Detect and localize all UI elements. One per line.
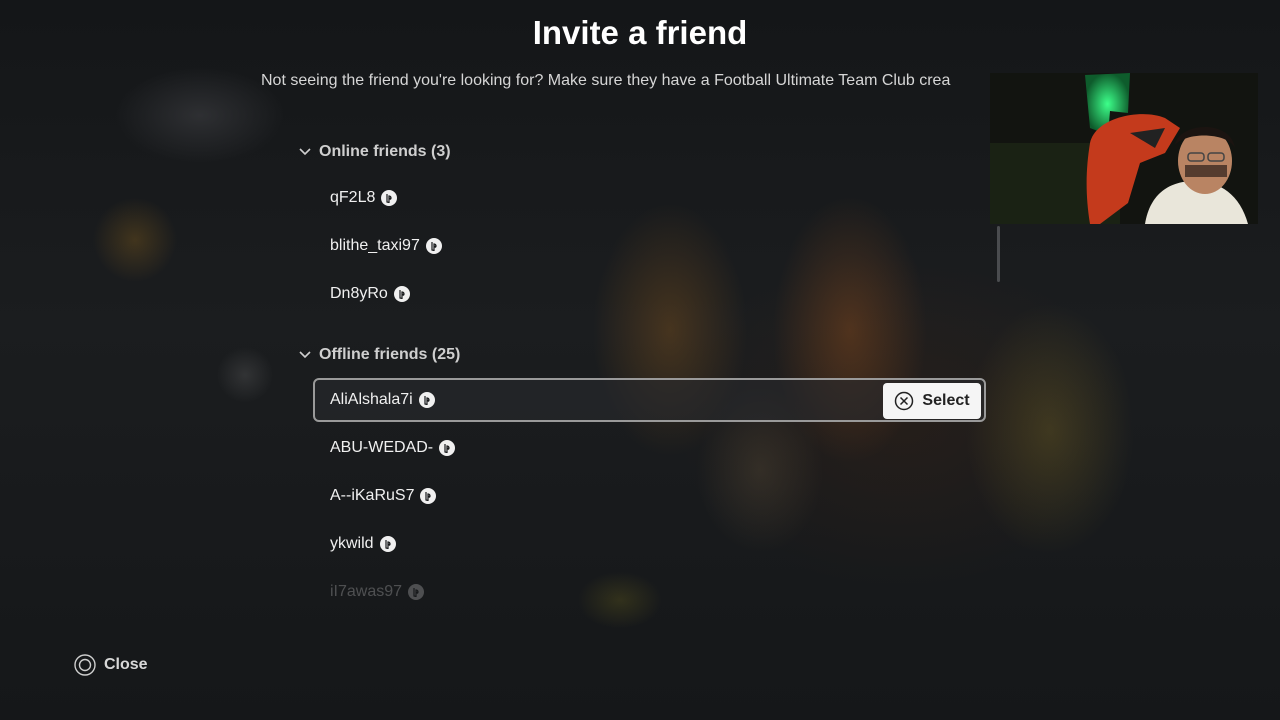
close-label: Close bbox=[104, 656, 148, 673]
playstation-icon bbox=[418, 392, 435, 408]
page-title: Invite a friend bbox=[532, 14, 748, 51]
friend-row-offline-4[interactable]: ykwild bbox=[313, 522, 986, 566]
select-label: Select bbox=[922, 392, 970, 409]
friend-name: iI7awas97 bbox=[330, 583, 403, 600]
chevron-down-icon bbox=[299, 351, 311, 359]
friend-name: AliAlshala7i bbox=[330, 391, 413, 408]
friend-row-offline-2[interactable]: ABU-WEDAD- bbox=[313, 426, 986, 470]
friend-row-online-3[interactable]: Dn8yRo bbox=[313, 272, 986, 316]
friend-name: ABU-WEDAD- bbox=[330, 439, 434, 456]
friend-name: A--iKaRuS7 bbox=[330, 487, 415, 504]
select-button[interactable]: Select bbox=[883, 383, 981, 419]
friend-row-offline-5[interactable]: iI7awas97 bbox=[313, 570, 986, 614]
chevron-down-icon bbox=[299, 148, 311, 156]
offline-friends-label: Offline friends (25) bbox=[319, 346, 461, 363]
playstation-icon bbox=[381, 190, 398, 206]
circle-button-icon bbox=[74, 654, 96, 676]
playstation-icon bbox=[408, 584, 425, 600]
friend-name: ykwild bbox=[330, 535, 374, 552]
playstation-icon bbox=[393, 286, 410, 302]
friend-row-online-2[interactable]: blithe_taxi97 bbox=[313, 224, 986, 268]
webcam-overlay bbox=[990, 73, 1258, 224]
playstation-icon bbox=[425, 238, 442, 254]
online-friends-header[interactable]: Online friends (3) bbox=[298, 143, 451, 161]
friend-row-offline-3[interactable]: A--iKaRuS7 bbox=[313, 474, 986, 518]
playstation-icon bbox=[439, 440, 456, 456]
friend-row-online-1[interactable]: qF2L8 bbox=[313, 176, 986, 220]
close-button[interactable]: Close bbox=[74, 654, 148, 676]
friend-row-offline-1-focused[interactable]: AliAlshala7i Select bbox=[313, 378, 986, 422]
list-scrollbar[interactable] bbox=[997, 226, 1000, 282]
friend-name: Dn8yRo bbox=[330, 285, 388, 302]
webcam-feed-image bbox=[990, 73, 1258, 224]
friend-name: qF2L8 bbox=[330, 189, 376, 206]
offline-friends-header[interactable]: Offline friends (25) bbox=[298, 346, 460, 364]
playstation-icon bbox=[420, 488, 437, 504]
friend-name: blithe_taxi97 bbox=[330, 237, 420, 254]
cross-button-icon bbox=[895, 391, 914, 411]
playstation-icon bbox=[379, 536, 396, 552]
online-friends-label: Online friends (3) bbox=[319, 143, 451, 160]
page-subtitle: Not seeing the friend you're looking for… bbox=[261, 72, 951, 89]
